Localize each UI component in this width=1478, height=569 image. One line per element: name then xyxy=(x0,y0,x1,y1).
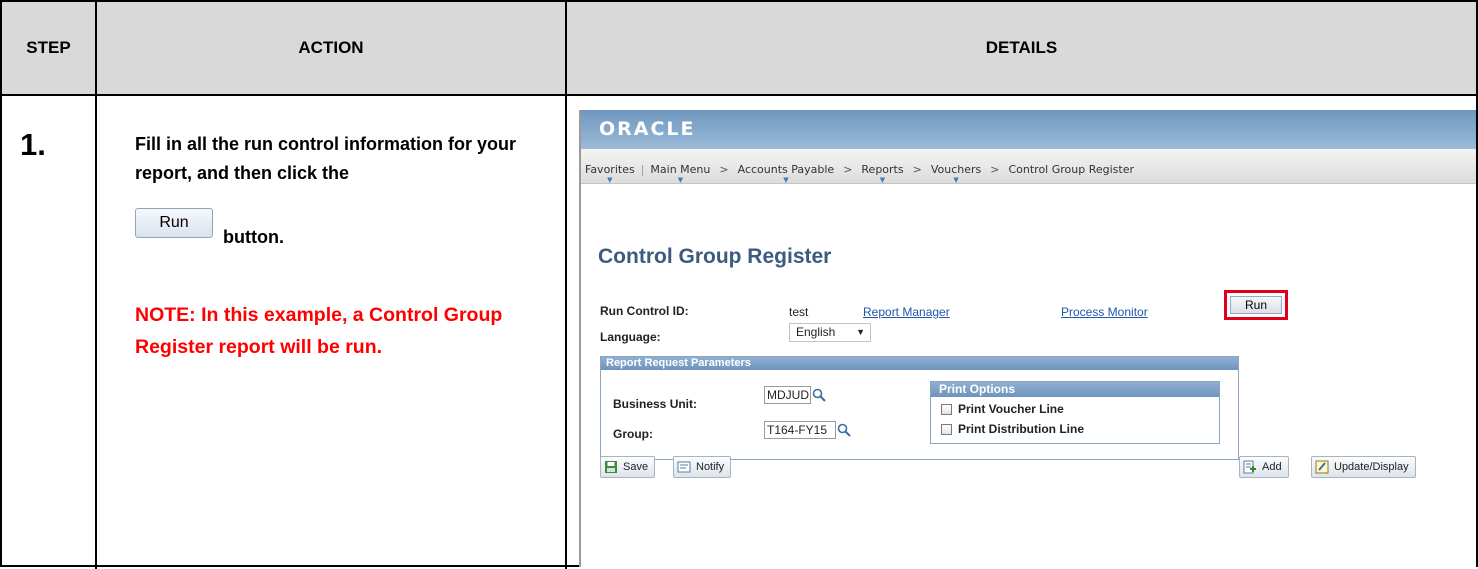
oracle-logo: ORACLE xyxy=(599,118,696,140)
print-voucher-line-label: Print Voucher Line xyxy=(958,402,1064,416)
print-distribution-line-label: Print Distribution Line xyxy=(958,422,1084,436)
update-display-icon xyxy=(1315,460,1329,474)
header-step: STEP xyxy=(26,38,71,57)
notify-button[interactable]: Notify xyxy=(673,456,732,478)
business-unit-label: Business Unit: xyxy=(613,397,698,411)
breadcrumb-item-label: Control Group Register xyxy=(1008,163,1135,176)
breadcrumb-item-label: Favorites xyxy=(585,163,635,176)
notify-label: Notify xyxy=(696,461,725,473)
run-control-value: test xyxy=(789,305,809,319)
save-button[interactable]: Save xyxy=(600,456,656,478)
step-instruction-suffix: button. xyxy=(223,227,284,247)
save-label: Save xyxy=(623,461,649,473)
breadcrumb-item[interactable]: Main Menu ▼ xyxy=(650,163,711,184)
breadcrumb-item-label: Main Menu xyxy=(650,163,711,176)
add-icon xyxy=(1243,460,1256,474)
run-control-label: Run Control ID: xyxy=(600,304,689,318)
breadcrumb-separator: > xyxy=(719,163,729,176)
process-monitor-link[interactable]: Process Monitor xyxy=(1061,305,1148,319)
column-divider xyxy=(565,2,567,569)
breadcrumb-divider: | xyxy=(640,163,645,176)
breadcrumb-item[interactable]: Accounts Payable ▼ xyxy=(737,163,835,184)
breadcrumb-item-label: Reports xyxy=(861,163,904,176)
inline-run-button-row: Run button. xyxy=(135,208,284,247)
brand-bar: ORACLE xyxy=(581,110,1476,149)
breadcrumb-separator: > xyxy=(843,163,853,176)
breadcrumb-items: Favorites ▼ | Main Menu ▼ > Accounts Payable ▼ >… xyxy=(585,163,1134,184)
notify-icon xyxy=(677,461,691,473)
group-label: Group: xyxy=(613,427,653,441)
breadcrumb-item-label: Vouchers xyxy=(930,163,982,176)
language-select[interactable]: English ▼ xyxy=(789,323,871,342)
report-manager-link[interactable]: Report Manager xyxy=(863,305,950,319)
print-distribution-line-option: Print Distribution Line xyxy=(941,422,1084,436)
step-note: NOTE: In this example, a Control Group R… xyxy=(135,304,503,358)
search-icon[interactable] xyxy=(837,423,851,437)
print-voucher-line-checkbox[interactable] xyxy=(941,403,952,415)
language-value: English xyxy=(796,325,836,339)
chevron-down-icon: ▼ xyxy=(856,327,865,337)
menu-caret-icon: ▼ xyxy=(677,176,684,184)
report-params-title: Report Request Parameters xyxy=(601,357,1238,370)
run-button-illustration: Run xyxy=(135,208,213,238)
breadcrumb-item[interactable]: Reports ▼ xyxy=(861,163,904,184)
breadcrumb-item-label: Accounts Payable xyxy=(737,163,835,176)
breadcrumb-item[interactable]: Vouchers ▼ xyxy=(930,163,982,184)
search-icon[interactable] xyxy=(812,388,826,402)
print-options-title: Print Options xyxy=(931,382,1219,397)
page-title: Control Group Register xyxy=(598,245,832,268)
update-display-label: Update/Display xyxy=(1334,461,1409,473)
group-input[interactable]: T164-FY15 xyxy=(764,421,836,439)
header-action: ACTION xyxy=(298,38,364,57)
step-number: 1. xyxy=(20,127,46,162)
print-options: Print Options Print Voucher Line Print D… xyxy=(930,381,1220,444)
breadcrumb-separator: > xyxy=(990,163,1000,176)
menu-caret-icon: ▼ xyxy=(607,176,613,184)
menu-caret-icon: ▼ xyxy=(783,176,789,184)
column-divider xyxy=(95,2,97,569)
add-button[interactable]: Add xyxy=(1239,456,1289,478)
breadcrumb: Favorites ▼ | Main Menu ▼ > Accounts Payable ▼ >… xyxy=(581,149,1476,184)
breadcrumb-separator: > xyxy=(912,163,922,176)
run-button[interactable]: Run xyxy=(1230,296,1282,314)
menu-caret-icon: ▼ xyxy=(953,176,959,184)
report-request-parameters: Report Request Parameters Business Unit:… xyxy=(600,356,1239,460)
run-button-highlight: Run xyxy=(1224,290,1288,320)
details-screenshot: ORACLE Favorites ▼ | Main Menu ▼ > Accounts Pa… xyxy=(579,110,1476,567)
print-distribution-line-checkbox[interactable] xyxy=(941,423,952,435)
step-instruction: Fill in all the run control information … xyxy=(135,134,516,183)
update-display-button[interactable]: Update/Display xyxy=(1311,456,1416,478)
add-label: Add xyxy=(1262,461,1282,473)
header-details: DETAILS xyxy=(985,38,1058,57)
print-voucher-line-option: Print Voucher Line xyxy=(941,402,1064,416)
language-label: Language: xyxy=(600,330,661,344)
menu-caret-icon: ▼ xyxy=(879,176,886,184)
breadcrumb-item[interactable]: Favorites ▼ xyxy=(585,163,635,184)
business-unit-input[interactable]: MDJUD xyxy=(764,386,811,404)
breadcrumb-item[interactable]: Control Group Register xyxy=(1008,163,1134,176)
save-icon xyxy=(605,461,617,473)
instruction-table: STEP ACTION DETAILS 1. Fill in all the r… xyxy=(0,0,1478,569)
